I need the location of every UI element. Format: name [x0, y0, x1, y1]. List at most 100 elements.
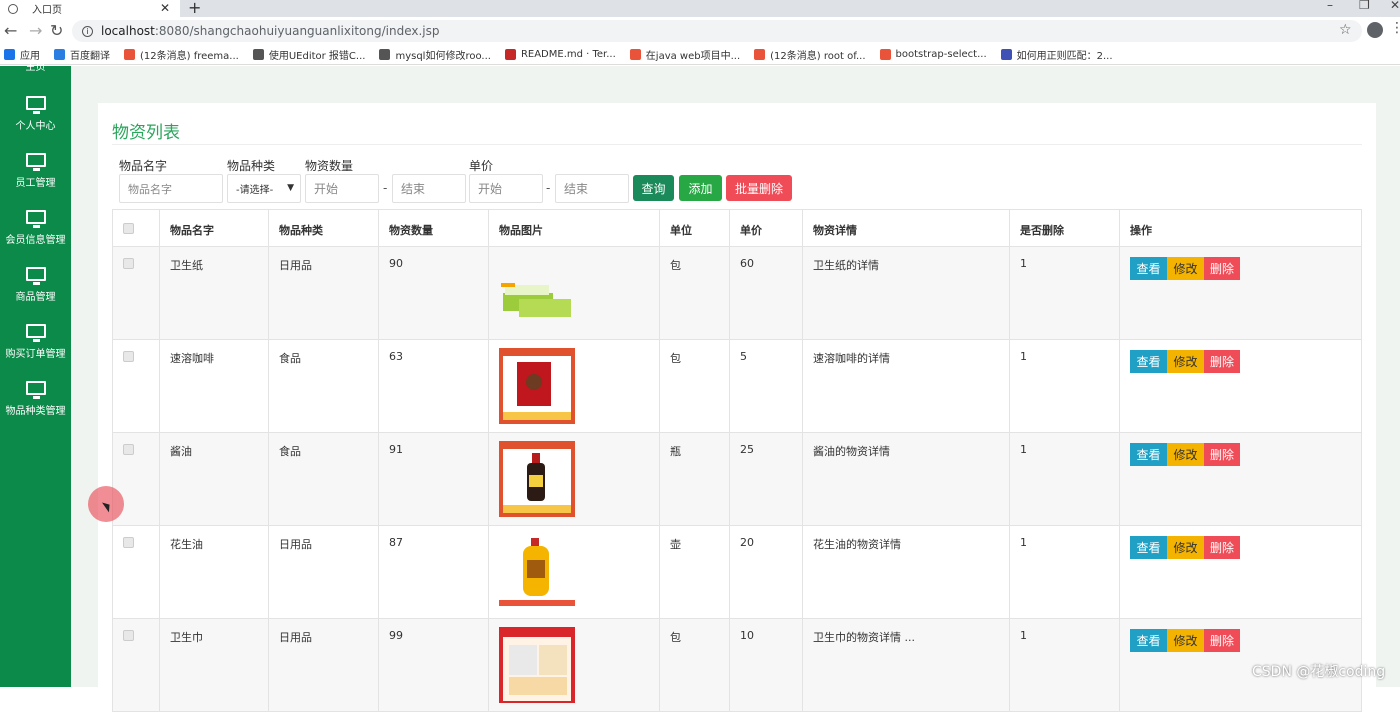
bookmark-label: (12条消息) root of... — [770, 51, 866, 62]
bookmark-item[interactable]: (12条消息) freema... — [124, 47, 239, 62]
view-button[interactable]: 查看 — [1130, 443, 1167, 466]
minimize-icon[interactable]: – — [1327, 0, 1333, 12]
cell-unit: 包 — [659, 339, 730, 433]
column-header: 物品种类 — [268, 209, 379, 247]
bookmark-item[interactable]: (12条消息) root of... — [754, 47, 866, 62]
sidebar-item-products[interactable]: 商品管理 — [0, 267, 71, 303]
type-filter-select[interactable]: -请选择- ▼ — [227, 174, 301, 203]
close-tab-icon[interactable]: ✕ — [160, 1, 170, 15]
row-checkbox[interactable] — [123, 444, 134, 455]
back-icon[interactable]: ← — [4, 21, 17, 40]
price-filter-label: 单价 — [469, 159, 494, 173]
edit-button[interactable]: 修改 — [1167, 536, 1204, 559]
row-actions: 查看 修改 删除 — [1130, 350, 1361, 373]
type-filter-value: -请选择- — [236, 185, 274, 196]
monitor-icon — [25, 153, 46, 171]
cell-price: 20 — [729, 525, 803, 619]
edit-button[interactable]: 修改 — [1167, 350, 1204, 373]
column-header: 物资详情 — [802, 209, 1010, 247]
cell-unit: 包 — [659, 246, 730, 340]
address-bar-row: ← → ↻ i localhost:8080/shangchaohuiyuang… — [0, 17, 1400, 45]
row-select-cell — [112, 618, 160, 712]
select-all-header[interactable] — [112, 209, 160, 247]
qty-start-input[interactable]: 开始 — [305, 174, 379, 203]
delete-button[interactable]: 删除 — [1204, 443, 1240, 466]
cell-name: 花生油 — [159, 525, 269, 619]
bookmark-item[interactable]: 百度翻译 — [54, 47, 110, 62]
cell-price: 10 — [729, 618, 803, 712]
edit-button[interactable]: 修改 — [1167, 257, 1204, 280]
cell-price: 5 — [729, 339, 803, 433]
bookmarks-bar: 应用 百度翻译 (12条消息) freema... 使用UEditor 报错C... m… — [0, 45, 1400, 65]
edit-button[interactable]: 修改 — [1167, 629, 1204, 652]
sidebar-item-members[interactable]: 会员信息管理 — [0, 210, 71, 246]
sidebar-item-personal-center[interactable]: 个人中心 — [0, 96, 71, 132]
column-header: 物资数量 — [378, 209, 489, 247]
table-row: 速溶咖啡 食品 63 包 5 速溶咖啡的详情 1 查看 修改 删除 — [112, 339, 1362, 433]
monitor-icon — [25, 324, 46, 342]
add-button[interactable]: 添加 — [679, 175, 722, 201]
delete-button[interactable]: 删除 — [1204, 350, 1240, 373]
price-start-input[interactable]: 开始 — [469, 174, 543, 203]
row-select-cell — [112, 246, 160, 340]
name-filter-input[interactable]: 物品名字 — [119, 174, 223, 203]
search-button[interactable]: 查询 — [633, 175, 674, 201]
cell-type: 食品 — [268, 432, 379, 526]
sidebar-item-label: 购买订单管理 — [5, 349, 66, 360]
menu-icon[interactable]: ⋮ — [1390, 20, 1400, 36]
cell-deleted: 1 — [1009, 618, 1120, 712]
view-button[interactable]: 查看 — [1130, 350, 1167, 373]
url-field[interactable]: i localhost:8080/shangchaohuiyuanguanlix… — [72, 20, 1362, 42]
reload-icon[interactable]: ↻ — [50, 21, 63, 40]
bookmark-favicon-icon — [379, 49, 391, 60]
delete-button[interactable]: 删除 — [1204, 257, 1240, 280]
view-button[interactable]: 查看 — [1130, 257, 1167, 280]
bookmark-label: README.md · Ter... — [520, 49, 616, 60]
monitor-icon — [25, 381, 46, 399]
batch-delete-button[interactable]: 批量删除 — [726, 175, 792, 201]
delete-button[interactable]: 删除 — [1204, 629, 1240, 652]
qty-end-input[interactable]: 结束 — [392, 174, 466, 203]
type-filter-label: 物品种类 — [227, 159, 276, 173]
bookmark-item[interactable]: README.md · Ter... — [504, 49, 616, 60]
cell-name: 速溶咖啡 — [159, 339, 269, 433]
forward-icon[interactable]: → — [29, 21, 42, 40]
bookmark-favicon-icon — [4, 49, 15, 60]
bookmark-item[interactable]: 如何用正则匹配：2... — [1000, 47, 1113, 62]
select-all-checkbox[interactable] — [123, 223, 134, 234]
cell-type: 日用品 — [268, 525, 379, 619]
sidebar-item-categories[interactable]: 物品种类管理 — [0, 381, 71, 417]
view-button[interactable]: 查看 — [1130, 629, 1167, 652]
column-header: 是否删除 — [1009, 209, 1120, 247]
bookmark-item[interactable]: 应用 — [4, 47, 40, 62]
profile-avatar-icon[interactable] — [1367, 22, 1383, 38]
cell-price: 25 — [729, 432, 803, 526]
new-tab-icon[interactable]: + — [188, 0, 201, 17]
close-window-icon[interactable]: ✕ — [1390, 0, 1400, 12]
edit-button[interactable]: 修改 — [1167, 443, 1204, 466]
row-checkbox[interactable] — [123, 630, 134, 641]
row-checkbox[interactable] — [123, 351, 134, 362]
bookmark-label: (12条消息) freema... — [140, 51, 239, 62]
table-row: 卫生巾 日用品 99 包 10 卫生巾的物资详情 ... 1 查看 修改 删除 — [112, 618, 1362, 712]
row-checkbox[interactable] — [123, 258, 134, 269]
bookmark-favicon-icon — [124, 49, 135, 60]
bookmark-item[interactable]: bootstrap-select... — [879, 49, 987, 60]
bookmark-item[interactable]: 在java web项目中... — [629, 47, 740, 62]
sidebar-item-staff[interactable]: 员工管理 — [0, 153, 71, 189]
browser-tab[interactable]: 入口页 ✕ — [0, 0, 180, 17]
bookmark-item[interactable]: 使用UEditor 报错C... — [252, 47, 365, 62]
bookmark-label: 应用 — [20, 51, 40, 62]
name-filter-label: 物品名字 — [119, 159, 168, 173]
row-checkbox[interactable] — [123, 537, 134, 548]
bookmark-item[interactable]: mysql如何修改roo... — [379, 47, 491, 62]
sidebar: 主页 个人中心 员工管理 会员信息管理 商品管理 购买订单管理 物品种类管理 — [0, 63, 71, 687]
bookmark-star-icon[interactable]: ☆ — [1339, 22, 1352, 38]
sidebar-item-orders[interactable]: 购买订单管理 — [0, 324, 71, 360]
sidebar-item-home[interactable]: 主页 — [0, 63, 71, 73]
restore-icon[interactable]: ❐ — [1359, 0, 1370, 12]
price-end-input[interactable]: 结束 — [555, 174, 629, 203]
info-icon[interactable]: i — [82, 25, 93, 37]
delete-button[interactable]: 删除 — [1204, 536, 1240, 559]
view-button[interactable]: 查看 — [1130, 536, 1167, 559]
